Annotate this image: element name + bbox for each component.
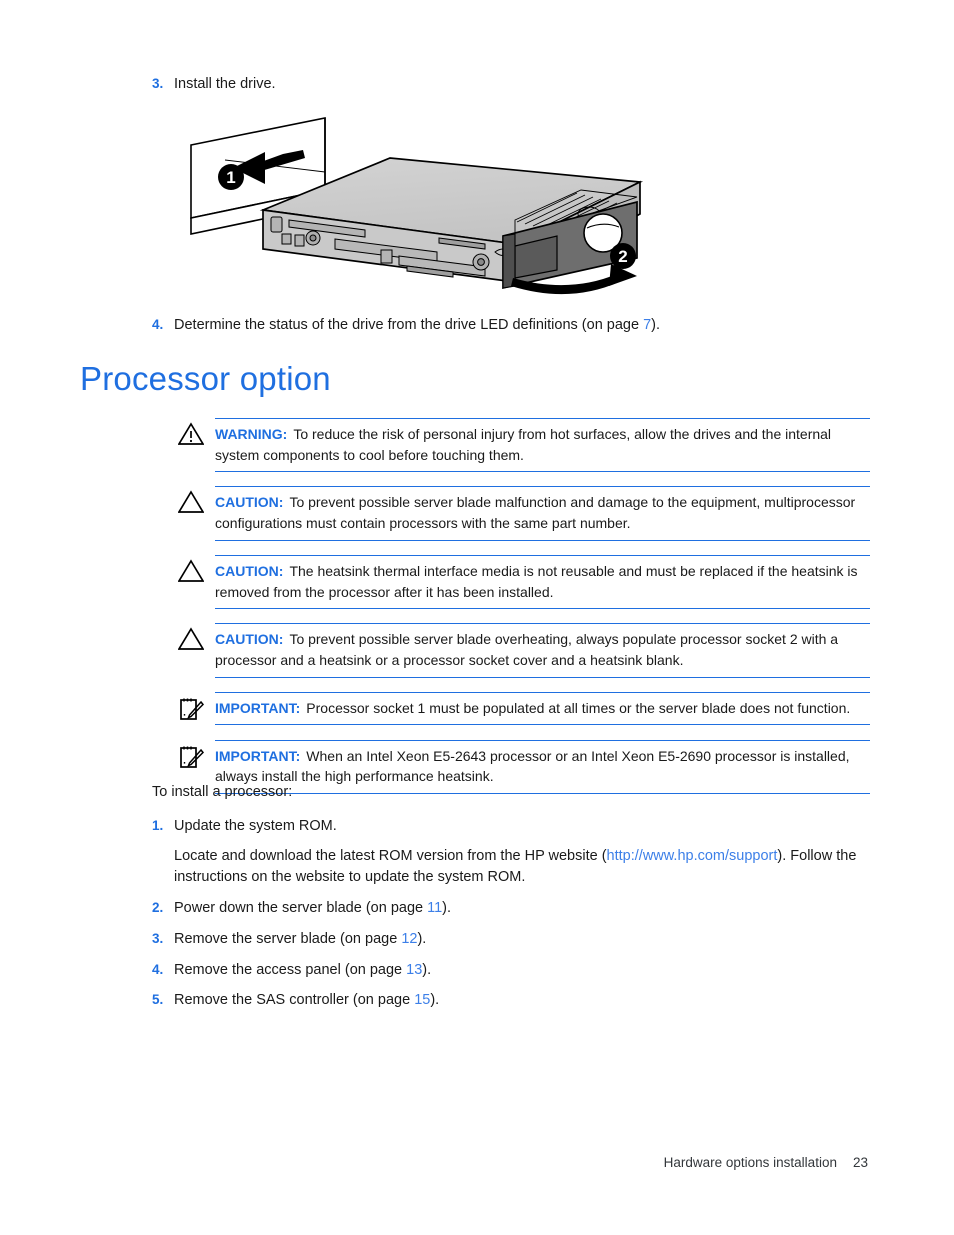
admonition-label: CAUTION:: [215, 562, 284, 579]
subtext-before: Locate and download the latest ROM versi…: [174, 847, 607, 864]
footer-page-number: 23: [852, 1155, 868, 1170]
admonition-caution: CAUTION: To prevent possible server blade…: [166, 479, 870, 547]
important-note-icon: [166, 692, 215, 726]
page-title: Processor option: [80, 360, 331, 397]
admonition-text: To reduce the risk of personal injury fr…: [215, 426, 832, 463]
admonition-text: To prevent possible server blade overhea…: [215, 631, 839, 669]
admonition-label: IMPORTANT:: [215, 747, 301, 764]
step-4-text: Determine the status of the drive from t…: [174, 315, 880, 337]
text-after: ).: [442, 900, 452, 916]
procedure-item-4-number: 4.: [152, 961, 164, 977]
caution-triangle-icon: [166, 555, 215, 589]
step-3: 3. Install the drive.: [140, 74, 880, 96]
admonition-caution: CAUTION: To prevent possible server blade…: [166, 616, 870, 684]
step-4-text-after: ).: [651, 317, 661, 333]
procedure-item-1-number: 1.: [152, 817, 164, 833]
procedure-item-2: 2. Power down the server blade (on page …: [140, 898, 880, 920]
text-before: Remove the access panel (on page: [174, 961, 407, 978]
procedure-item-5-number: 5.: [152, 992, 164, 1008]
procedure-item-4: 4. Remove the access panel (on page 13).: [140, 960, 880, 982]
procedure-item-5: 5. Remove the SAS controller (on page 15…: [140, 990, 880, 1012]
figure-callout-2: 2: [610, 243, 636, 269]
text-after: ).: [430, 992, 440, 1009]
admonition-body: IMPORTANT: Processor socket 1 must be pop…: [215, 691, 870, 726]
step-3-number: 3.: [152, 76, 164, 91]
procedure-item-5-page-ref[interactable]: 15: [414, 992, 430, 1008]
warning-triangle-icon: [166, 418, 215, 452]
procedure-item-1: 1. Update the system ROM. Locate and dow…: [140, 816, 880, 889]
admonition-text: The heatsink thermal interface media is …: [215, 562, 858, 600]
admonition-text: When an Intel Xeon E5-2643 processor or …: [215, 747, 850, 785]
step-4: 4. Determine the status of the drive fro…: [140, 315, 880, 337]
procedure-item-3: 3. Remove the server blade (on page 12).: [140, 929, 880, 951]
procedure-item-2-page-ref[interactable]: 11: [427, 900, 442, 916]
admonition-label: CAUTION:: [215, 494, 284, 511]
caution-triangle-icon: [166, 623, 215, 657]
admonition-label: CAUTION:: [215, 631, 284, 648]
step-3-text: Install the drive.: [174, 76, 276, 92]
admonition-label: WARNING:: [215, 426, 288, 442]
admonition-warning: WARNING: To reduce the risk of personal i…: [166, 411, 870, 479]
admonition-body: CAUTION: To prevent possible server blade…: [215, 486, 870, 541]
admonition-caution: CAUTION: The heatsink thermal interface m…: [166, 548, 870, 616]
text-before: Remove the server blade (on page: [174, 930, 402, 947]
admonition-text: To prevent possible server blade malfunc…: [215, 494, 856, 532]
procedure-item-1-subtext: Locate and download the latest ROM versi…: [174, 846, 880, 890]
admonition-list: WARNING: To reduce the risk of personal i…: [166, 411, 870, 801]
install-procedure: To install a processor: 1. Update the sy…: [140, 782, 880, 1021]
step-4-text-before: Determine the status of the drive from t…: [174, 317, 644, 333]
figure-callout-1: 1: [218, 164, 244, 190]
admonition-body: WARNING: To reduce the risk of personal i…: [215, 418, 870, 473]
admonition-body: CAUTION: To prevent possible server blade…: [215, 623, 870, 678]
procedure-item-4-text: Remove the access panel (on page 13).: [174, 960, 880, 982]
procedure-item-4-page-ref[interactable]: 13: [406, 962, 422, 978]
text-before: Power down the server blade (on page: [174, 900, 428, 916]
procedure-item-5-text: Remove the SAS controller (on page 15).: [174, 990, 880, 1012]
step-4-page-ref[interactable]: 7: [643, 317, 651, 333]
text-after: ).: [417, 930, 427, 947]
page-footer: Hardware options installation 23: [0, 1155, 868, 1170]
caution-triangle-icon: [166, 486, 215, 520]
step-4-number: 4.: [152, 317, 164, 332]
document-page: 3. Install the drive. 1 2 4. Determine t…: [0, 0, 954, 1235]
admonition-body: CAUTION: The heatsink thermal interface m…: [215, 554, 870, 610]
drive-installation-figure: 1 2: [185, 110, 655, 305]
procedure-item-3-page-ref[interactable]: 12: [401, 931, 417, 947]
important-note-icon: [166, 740, 215, 774]
procedure-item-2-number: 2.: [152, 900, 164, 915]
text-before: Remove the SAS controller (on page: [174, 992, 415, 1009]
text-after: ).: [422, 961, 432, 978]
footer-title: Hardware options installation: [663, 1155, 837, 1170]
procedure-item-3-number: 3.: [152, 930, 164, 946]
admonition-important: IMPORTANT: Processor socket 1 must be pop…: [166, 685, 870, 733]
procedure-item-1-text: Update the system ROM.: [174, 817, 337, 834]
svg-text:2: 2: [618, 247, 627, 266]
hp-support-link[interactable]: http://www.hp.com/support: [607, 848, 778, 864]
admonition-text: Processor socket 1 must be populated at …: [306, 699, 851, 716]
svg-text:1: 1: [226, 168, 235, 187]
procedure-item-3-text: Remove the server blade (on page 12).: [174, 929, 880, 951]
procedure-item-2-text: Power down the server blade (on page 11)…: [174, 898, 880, 920]
procedure-lead-in: To install a processor:: [152, 784, 293, 800]
admonition-label: IMPORTANT:: [215, 699, 301, 716]
